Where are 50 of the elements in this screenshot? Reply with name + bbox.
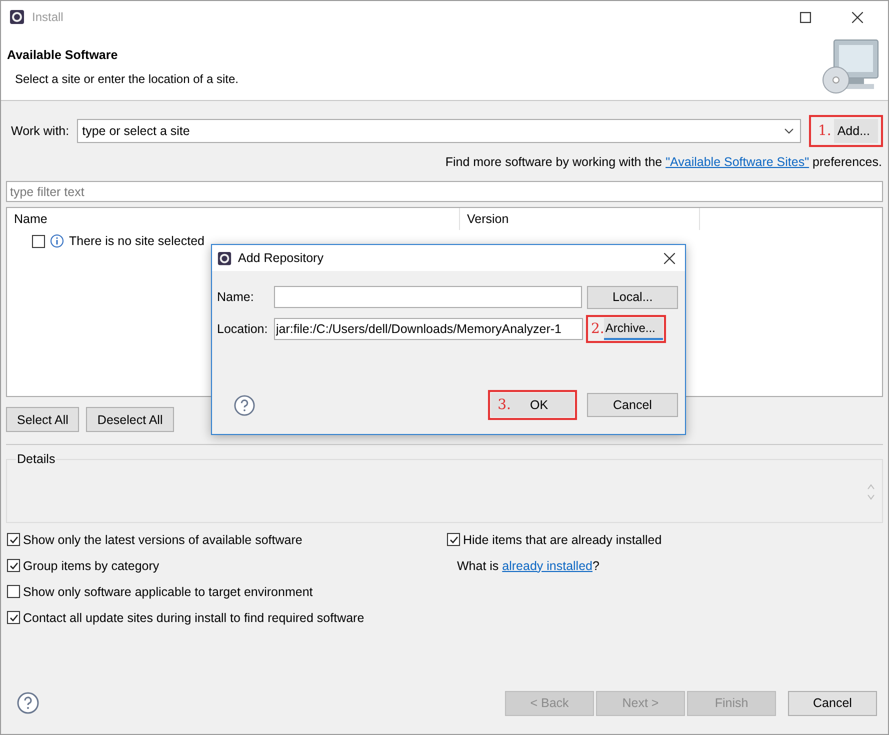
sites-link[interactable]: "Available Software Sites" <box>666 155 810 169</box>
page-subtitle: Select a site or enter the location of a site. <box>14 72 240 86</box>
location-field[interactable]: jar:file:/C:/Users/dell/Downloads/MemoryAnalyzer-1 <box>274 318 583 340</box>
checkbox[interactable] <box>7 611 20 624</box>
cancel-button[interactable]: Cancel <box>587 393 678 417</box>
close-icon[interactable] <box>664 252 675 264</box>
help-icon[interactable] <box>17 692 39 714</box>
option-label: Show only the latest versions of available software <box>23 532 302 546</box>
field-label: Work with: <box>11 124 70 138</box>
checkbox[interactable] <box>7 585 20 598</box>
checkbox[interactable] <box>32 234 45 248</box>
field-label: Name: <box>217 290 255 304</box>
archive-button[interactable]: Archive... <box>604 318 664 340</box>
dialog-title: Add Repository <box>238 251 324 265</box>
group-label: Details <box>16 452 56 466</box>
option-label: Group items by category <box>23 558 160 572</box>
local-button[interactable]: Local... <box>587 286 678 308</box>
chevron-down-icon <box>784 128 794 134</box>
step-number: 1. <box>816 123 832 139</box>
window-title: Install <box>32 10 64 24</box>
step-number: 2. <box>590 321 604 337</box>
add-button[interactable]: Add... <box>834 119 878 143</box>
field-label: Location: <box>217 322 269 336</box>
step-number: 3. <box>490 393 514 417</box>
selection-button[interactable]: Select All <box>6 407 80 432</box>
sites-hint: Find more software by working with the "Available Software Sites" preferences. <box>444 155 883 169</box>
filter-field[interactable]: type filter text <box>6 181 883 202</box>
option-label: Show only software applicable to target environment <box>23 584 313 598</box>
checkbox[interactable] <box>447 533 460 546</box>
info-icon <box>50 234 64 248</box>
column-header[interactable]: Version <box>460 208 700 230</box>
name-field[interactable] <box>274 286 582 308</box>
row-text: There is no site selected <box>69 234 204 248</box>
column-header[interactable]: Name <box>7 208 460 230</box>
option-label: Hide items that are already installed <box>463 532 662 546</box>
wizard-button[interactable]: Cancel <box>788 690 877 716</box>
option-label: Contact all update sites during install to find required software <box>23 610 364 624</box>
page-title: Available Software <box>7 48 119 62</box>
ok-button[interactable]: OK <box>514 393 574 417</box>
scroll-arrows-icon <box>867 482 875 502</box>
installed-link[interactable]: already installed <box>502 558 592 572</box>
checkbox[interactable] <box>7 533 20 546</box>
installed-note: What is already installed? <box>456 558 600 574</box>
checkbox[interactable] <box>7 559 20 572</box>
computer-disc-icon <box>820 38 880 96</box>
selection-button[interactable]: Deselect All <box>86 407 174 432</box>
site-combo[interactable]: type or select a site <box>77 119 801 143</box>
help-icon[interactable] <box>234 394 255 416</box>
maximize-icon[interactable] <box>800 12 811 22</box>
close-icon[interactable] <box>852 12 863 22</box>
